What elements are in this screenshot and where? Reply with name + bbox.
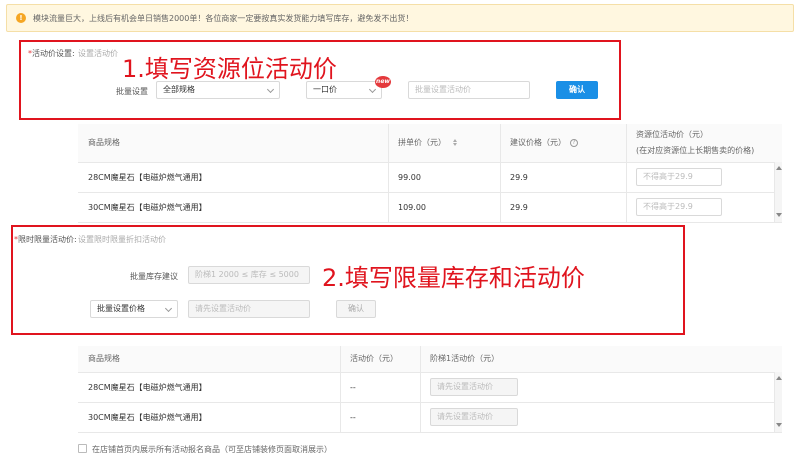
spec-cell: 28CM魔星石【电磁炉燃气通用】 bbox=[78, 162, 388, 193]
column-header-tier-price: 阶梯1活动价（元） bbox=[420, 346, 782, 373]
spec-cell: 30CM魔星石【电磁炉燃气通用】 bbox=[78, 402, 340, 433]
annotation-text-1: 1.填写资源位活动价 bbox=[122, 55, 337, 83]
activity-price-cell: -- bbox=[340, 402, 420, 433]
column-header-spec: 商品规格 bbox=[78, 346, 340, 373]
scroll-down-icon[interactable] bbox=[776, 213, 782, 217]
table-row: 30CM魔星石【电磁炉燃气通用】 -- 请先设置活动价 bbox=[78, 402, 782, 433]
scrollbar[interactable] bbox=[774, 162, 782, 222]
column-header-resource-price: 资源位活动价（元） (在对应资源位上长期售卖的价格) bbox=[626, 124, 782, 163]
column-divider bbox=[626, 124, 627, 222]
spec-cell: 30CM魔星石【电磁炉燃气通用】 bbox=[78, 192, 388, 223]
activity-price-cell: -- bbox=[340, 372, 420, 403]
column-divider bbox=[388, 124, 389, 222]
suggested-price-cell: 29.9 bbox=[500, 192, 626, 223]
column-header-group-price[interactable]: 拼单价（元） bbox=[388, 124, 500, 163]
column-divider bbox=[500, 124, 501, 222]
resource-price-cell: 不得高于29.9 bbox=[626, 162, 782, 193]
resource-price-input[interactable]: 不得高于29.9 bbox=[636, 198, 722, 216]
tier-price-input[interactable]: 请先设置活动价 bbox=[430, 378, 518, 396]
column-divider bbox=[420, 346, 421, 432]
notice-bar: ! 模块流量巨大，上线后有机会单日销售2000单！各位商家一定要按真实发货能力填… bbox=[6, 4, 794, 32]
scroll-down-icon[interactable] bbox=[776, 423, 782, 427]
sort-icon[interactable] bbox=[452, 138, 458, 147]
notice-text: 模块流量巨大，上线后有机会单日销售2000单！各位商家一定要按真实发货能力填写库… bbox=[33, 14, 414, 23]
spec-cell: 28CM魔星石【电磁炉燃气通用】 bbox=[78, 372, 340, 403]
show-in-store-label: 在店铺首页内展示所有活动报名商品（可至店铺装修页面取消展示） bbox=[92, 445, 332, 454]
tier-price-input[interactable]: 请先设置活动价 bbox=[430, 408, 518, 426]
column-divider bbox=[340, 346, 341, 432]
column-header-spec: 商品规格 bbox=[78, 124, 388, 163]
group-price-cell: 109.00 bbox=[388, 192, 500, 223]
column-header-suggested-price: 建议价格（元）? bbox=[500, 124, 626, 163]
resource-price-input[interactable]: 不得高于29.9 bbox=[636, 168, 722, 186]
tier-price-cell: 请先设置活动价 bbox=[420, 372, 782, 403]
question-icon[interactable]: ? bbox=[570, 138, 578, 147]
resource-price-table: 商品规格 拼单价（元） 建议价格（元）? 资源位活动价（元） (在对应资源位上长期… bbox=[78, 124, 782, 223]
limited-price-table: 商品规格 活动价（元） 阶梯1活动价（元） 28CM魔星石【电磁炉燃气通用】 -… bbox=[78, 346, 782, 433]
tier-price-cell: 请先设置活动价 bbox=[420, 402, 782, 433]
suggested-price-cell: 29.9 bbox=[500, 162, 626, 193]
scroll-up-icon[interactable] bbox=[776, 376, 782, 380]
scroll-up-icon[interactable] bbox=[776, 166, 782, 170]
table-row: 28CM魔星石【电磁炉燃气通用】 -- 请先设置活动价 bbox=[78, 372, 782, 403]
scrollbar[interactable] bbox=[774, 372, 782, 432]
table-row: 30CM魔星石【电磁炉燃气通用】 109.00 29.9 不得高于29.9 bbox=[78, 192, 782, 223]
info-icon: ! bbox=[16, 13, 26, 23]
group-price-cell: 99.00 bbox=[388, 162, 500, 193]
annotation-text-2: 2.填写限量库存和活动价 bbox=[322, 264, 585, 292]
table-row: 28CM魔星石【电磁炉燃气通用】 99.00 29.9 不得高于29.9 bbox=[78, 162, 782, 193]
column-header-activity-price: 活动价（元） bbox=[340, 346, 420, 373]
resource-price-cell: 不得高于29.9 bbox=[626, 192, 782, 223]
show-in-store-checkbox[interactable] bbox=[78, 444, 87, 453]
